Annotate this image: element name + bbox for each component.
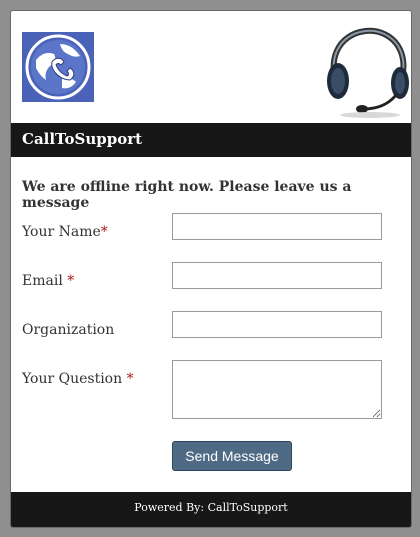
email-label: Email *: [22, 273, 74, 289]
footer: Powered By: CallToSupport: [11, 492, 411, 527]
required-marker: *: [67, 273, 75, 289]
email-label-text: Email: [22, 273, 68, 289]
organization-field[interactable]: [172, 311, 382, 338]
organization-label: Organization: [22, 322, 114, 338]
support-widget: CallToSupport We are offline right now. …: [10, 10, 412, 528]
email-field[interactable]: [172, 262, 382, 289]
question-label: Your Question *: [22, 371, 134, 387]
question-label-text: Your Question: [22, 371, 127, 387]
globe-phone-icon: [22, 32, 94, 102]
brand-row: [11, 11, 411, 123]
powered-by-text: Powered By: CallToSupport: [134, 501, 288, 514]
name-label-text: Your Name: [22, 224, 101, 240]
headset-icon: [320, 21, 411, 119]
name-label: Your Name*: [22, 224, 108, 240]
organization-label-text: Organization: [22, 322, 115, 338]
title-bar: CallToSupport: [11, 123, 411, 157]
required-marker: *: [126, 371, 134, 387]
question-textarea[interactable]: [172, 360, 382, 419]
send-message-button[interactable]: Send Message: [172, 441, 292, 471]
offline-message: We are offline right now. Please leave u…: [22, 179, 352, 211]
app-title: CallToSupport: [22, 130, 143, 148]
name-field[interactable]: [172, 213, 382, 240]
required-marker: *: [100, 224, 108, 240]
